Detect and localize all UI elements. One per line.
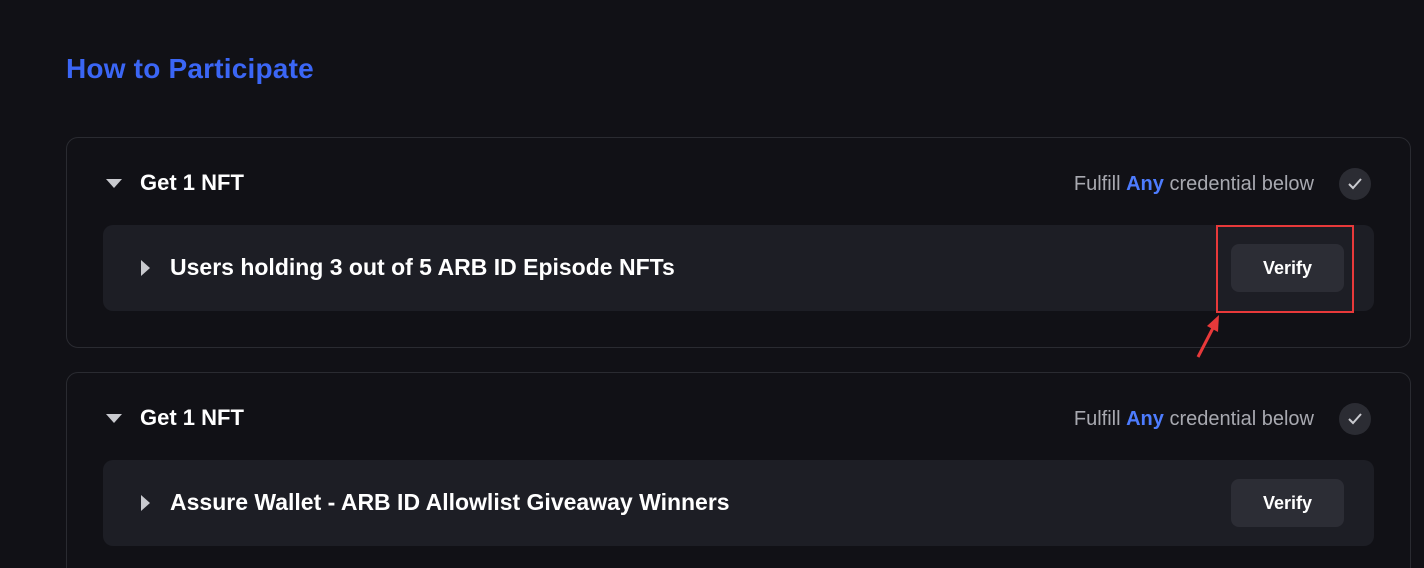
verify-button[interactable]: Verify xyxy=(1231,479,1344,527)
caret-down-icon[interactable] xyxy=(106,414,122,423)
credential-row[interactable]: Users holding 3 out of 5 ARB ID Episode … xyxy=(103,225,1374,311)
page: How to Participate Get 1 NFT Fulfill Any… xyxy=(0,0,1424,568)
check-icon xyxy=(1339,168,1371,200)
caret-right-icon[interactable] xyxy=(141,260,150,276)
fulfill-text: Fulfill Any credential below xyxy=(1073,408,1314,430)
credential-title: Users holding 3 out of 5 ARB ID Episode … xyxy=(170,254,675,280)
task-card: Get 1 NFT Fulfill Any credential below A… xyxy=(66,372,1411,568)
task-card-header[interactable]: Get 1 NFT Fulfill Any credential below xyxy=(67,373,1410,465)
credential-title: Assure Wallet - ARB ID Allowlist Giveawa… xyxy=(170,489,730,515)
annotation-arrow xyxy=(1196,315,1219,358)
caret-right-icon[interactable] xyxy=(141,495,150,511)
task-card-title: Get 1 NFT xyxy=(140,405,244,430)
credential-row[interactable]: Assure Wallet - ARB ID Allowlist Giveawa… xyxy=(103,460,1374,546)
check-icon xyxy=(1339,403,1371,435)
annotation-highlight-box xyxy=(1216,225,1354,313)
section-title: How to Participate xyxy=(66,53,314,84)
task-card-header[interactable]: Get 1 NFT Fulfill Any credential below xyxy=(67,138,1410,230)
any-label: Any xyxy=(1126,173,1164,195)
caret-down-icon[interactable] xyxy=(106,179,122,188)
task-card-title: Get 1 NFT xyxy=(140,170,244,195)
any-label: Any xyxy=(1126,408,1164,430)
fulfill-text: Fulfill Any credential below xyxy=(1073,173,1314,195)
